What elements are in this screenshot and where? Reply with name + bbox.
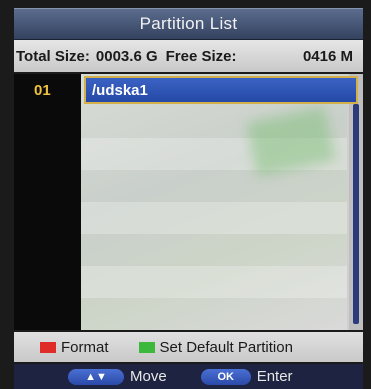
partition-item-selected[interactable]: /udska1 xyxy=(84,76,358,104)
enter-hint: Enter xyxy=(256,368,293,385)
page-title: Partition List xyxy=(139,14,238,33)
set-default-partition-action[interactable]: Set Default Partition xyxy=(160,339,293,356)
title-bar: Partition List xyxy=(14,8,363,41)
partition-number: 01 xyxy=(34,82,51,99)
scrollbar-thumb[interactable] xyxy=(353,104,359,324)
move-hint: Move xyxy=(130,368,167,385)
free-size-label: Free Size: xyxy=(165,47,237,65)
partition-list: 01 /udska1 xyxy=(14,74,363,330)
total-size-label: Total Size: xyxy=(16,47,90,65)
free-size-value: 0416 M xyxy=(302,47,353,65)
red-key-icon xyxy=(40,341,56,353)
format-action[interactable]: Format xyxy=(61,339,109,356)
number-column xyxy=(14,74,81,330)
size-info-bar: Total Size: 0003.6 G Free Size: 0416 M xyxy=(14,40,363,72)
partition-list-screen: Partition List Total Size: 0003.6 G Free… xyxy=(0,0,371,389)
navigation-hint-bar: ▲▼ Move OK Enter xyxy=(14,364,363,389)
partition-name: /udska1 xyxy=(92,81,148,99)
list-scrollbar[interactable] xyxy=(349,74,363,330)
up-down-arrows-icon: ▲▼ xyxy=(68,368,124,385)
green-key-icon xyxy=(138,341,155,353)
total-size-value: 0003.6 G xyxy=(95,47,158,65)
row-stripe xyxy=(81,266,347,298)
legend-bar: Format Set Default Partition xyxy=(14,332,363,362)
ok-key-icon: OK xyxy=(200,368,251,385)
name-column xyxy=(81,74,347,330)
row-stripe xyxy=(81,202,347,234)
